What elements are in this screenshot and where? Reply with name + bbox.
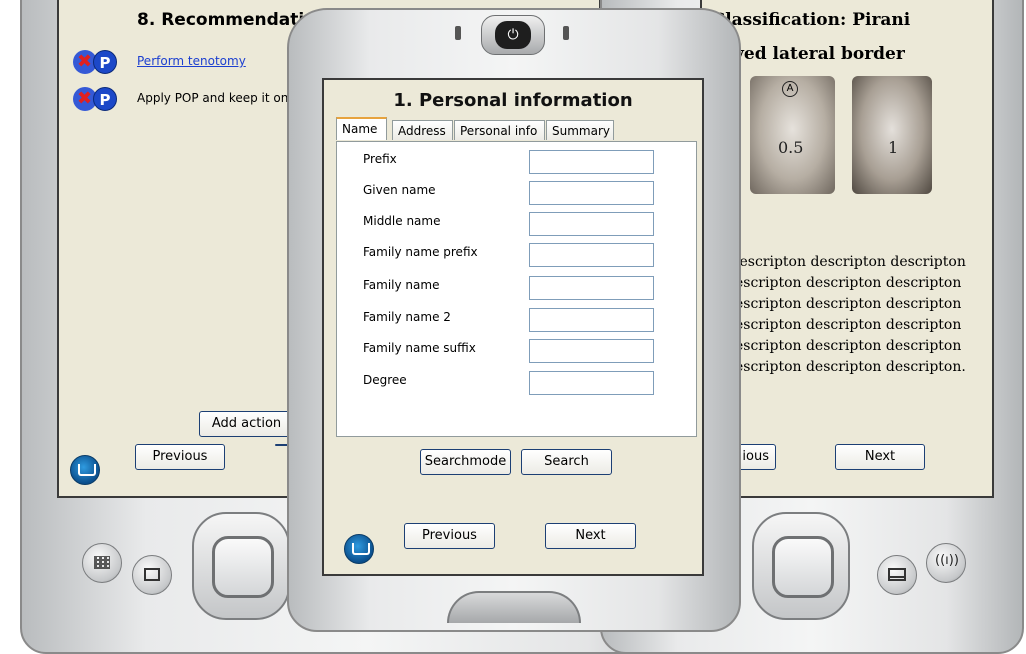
searchmode-button[interactable]: Searchmode — [420, 449, 511, 475]
contacts-icon[interactable] — [132, 555, 172, 595]
wireless-icon[interactable]: ((ı)) — [926, 543, 966, 583]
foot-marker-a: A — [782, 81, 798, 97]
right-dpad[interactable] — [752, 512, 850, 620]
description-text: lescripton descripton descripton escript… — [735, 252, 966, 378]
field-label-given-name: Given name — [363, 183, 436, 197]
description-line: escripton descripton descripton. — [735, 359, 966, 375]
field-label-family-name: Family name — [363, 278, 440, 292]
add-action-button[interactable]: Add action — [199, 411, 294, 437]
prefix-input[interactable] — [529, 150, 654, 174]
p-badge-icon[interactable]: P — [93, 87, 117, 111]
tab-panel: Prefix Given name Middle name Family nam… — [336, 141, 697, 437]
family-name-2-input[interactable] — [529, 308, 654, 332]
tab-name[interactable]: Name — [336, 117, 387, 140]
foot-score-2: 1 — [888, 138, 899, 157]
description-line: escripton descripton descripton — [735, 317, 962, 333]
speaker-right — [563, 26, 569, 40]
description-line: lescripton descripton descripton — [735, 254, 966, 270]
recommendation-link-tenotomy[interactable]: Perform tenotomy — [137, 54, 246, 68]
foot-image-1: A 0.5 — [750, 76, 835, 194]
given-name-input[interactable] — [529, 181, 654, 205]
mail-icon[interactable] — [877, 555, 917, 595]
help-book-icon[interactable] — [344, 534, 374, 564]
left-previous-button[interactable]: Previous — [135, 444, 225, 470]
tab-summary[interactable]: Summary — [546, 120, 614, 140]
tab-personal-info[interactable]: Personal info — [454, 120, 545, 140]
field-label-prefix: Prefix — [363, 152, 397, 166]
tab-address[interactable]: Address — [392, 120, 453, 140]
left-dpad[interactable] — [192, 512, 290, 620]
right-pda-screen: 4. Classification: Pirani ved lateral bo… — [700, 0, 994, 498]
previous-button[interactable]: Previous — [404, 523, 495, 549]
next-button[interactable]: Next — [545, 523, 636, 549]
family-name-prefix-input[interactable] — [529, 243, 654, 267]
foot-score-1: 0.5 — [778, 138, 804, 157]
page-title: 1. Personal information — [393, 90, 633, 111]
field-label-degree: Degree — [363, 373, 407, 387]
description-line: escripton descripton descripton — [735, 275, 962, 291]
help-book-icon[interactable] — [70, 455, 100, 485]
tab-strip: Name Address Personal info Summary — [336, 117, 696, 142]
speaker-left — [455, 26, 461, 40]
right-next-button[interactable]: Next — [835, 444, 925, 470]
power-icon: ⏻ — [495, 21, 531, 49]
field-label-family-name-prefix: Family name prefix — [363, 245, 478, 259]
family-name-input[interactable] — [529, 276, 654, 300]
power-button[interactable]: ⏻ — [481, 15, 545, 55]
family-name-suffix-input[interactable] — [529, 339, 654, 363]
right-screen-subtitle: ved lateral border — [734, 44, 905, 64]
field-label-family-name-2: Family name 2 — [363, 310, 451, 324]
recommendation-text-pop: Apply POP and keep it on — [137, 91, 289, 105]
p-badge-icon[interactable]: P — [93, 50, 117, 74]
field-label-family-name-suffix: Family name suffix — [363, 341, 476, 355]
center-pda-screen: 1. Personal information Name Address Per… — [322, 78, 704, 576]
calendar-icon[interactable] — [82, 543, 122, 583]
description-line: escripton descripton descripton — [735, 338, 962, 354]
description-line: escripton descripton descripton — [735, 296, 962, 312]
search-button[interactable]: Search — [521, 449, 612, 475]
degree-input[interactable] — [529, 371, 654, 395]
field-label-middle-name: Middle name — [363, 214, 441, 228]
middle-name-input[interactable] — [529, 212, 654, 236]
center-dpad-top[interactable] — [447, 591, 581, 623]
foot-image-2: 1 — [852, 76, 932, 194]
